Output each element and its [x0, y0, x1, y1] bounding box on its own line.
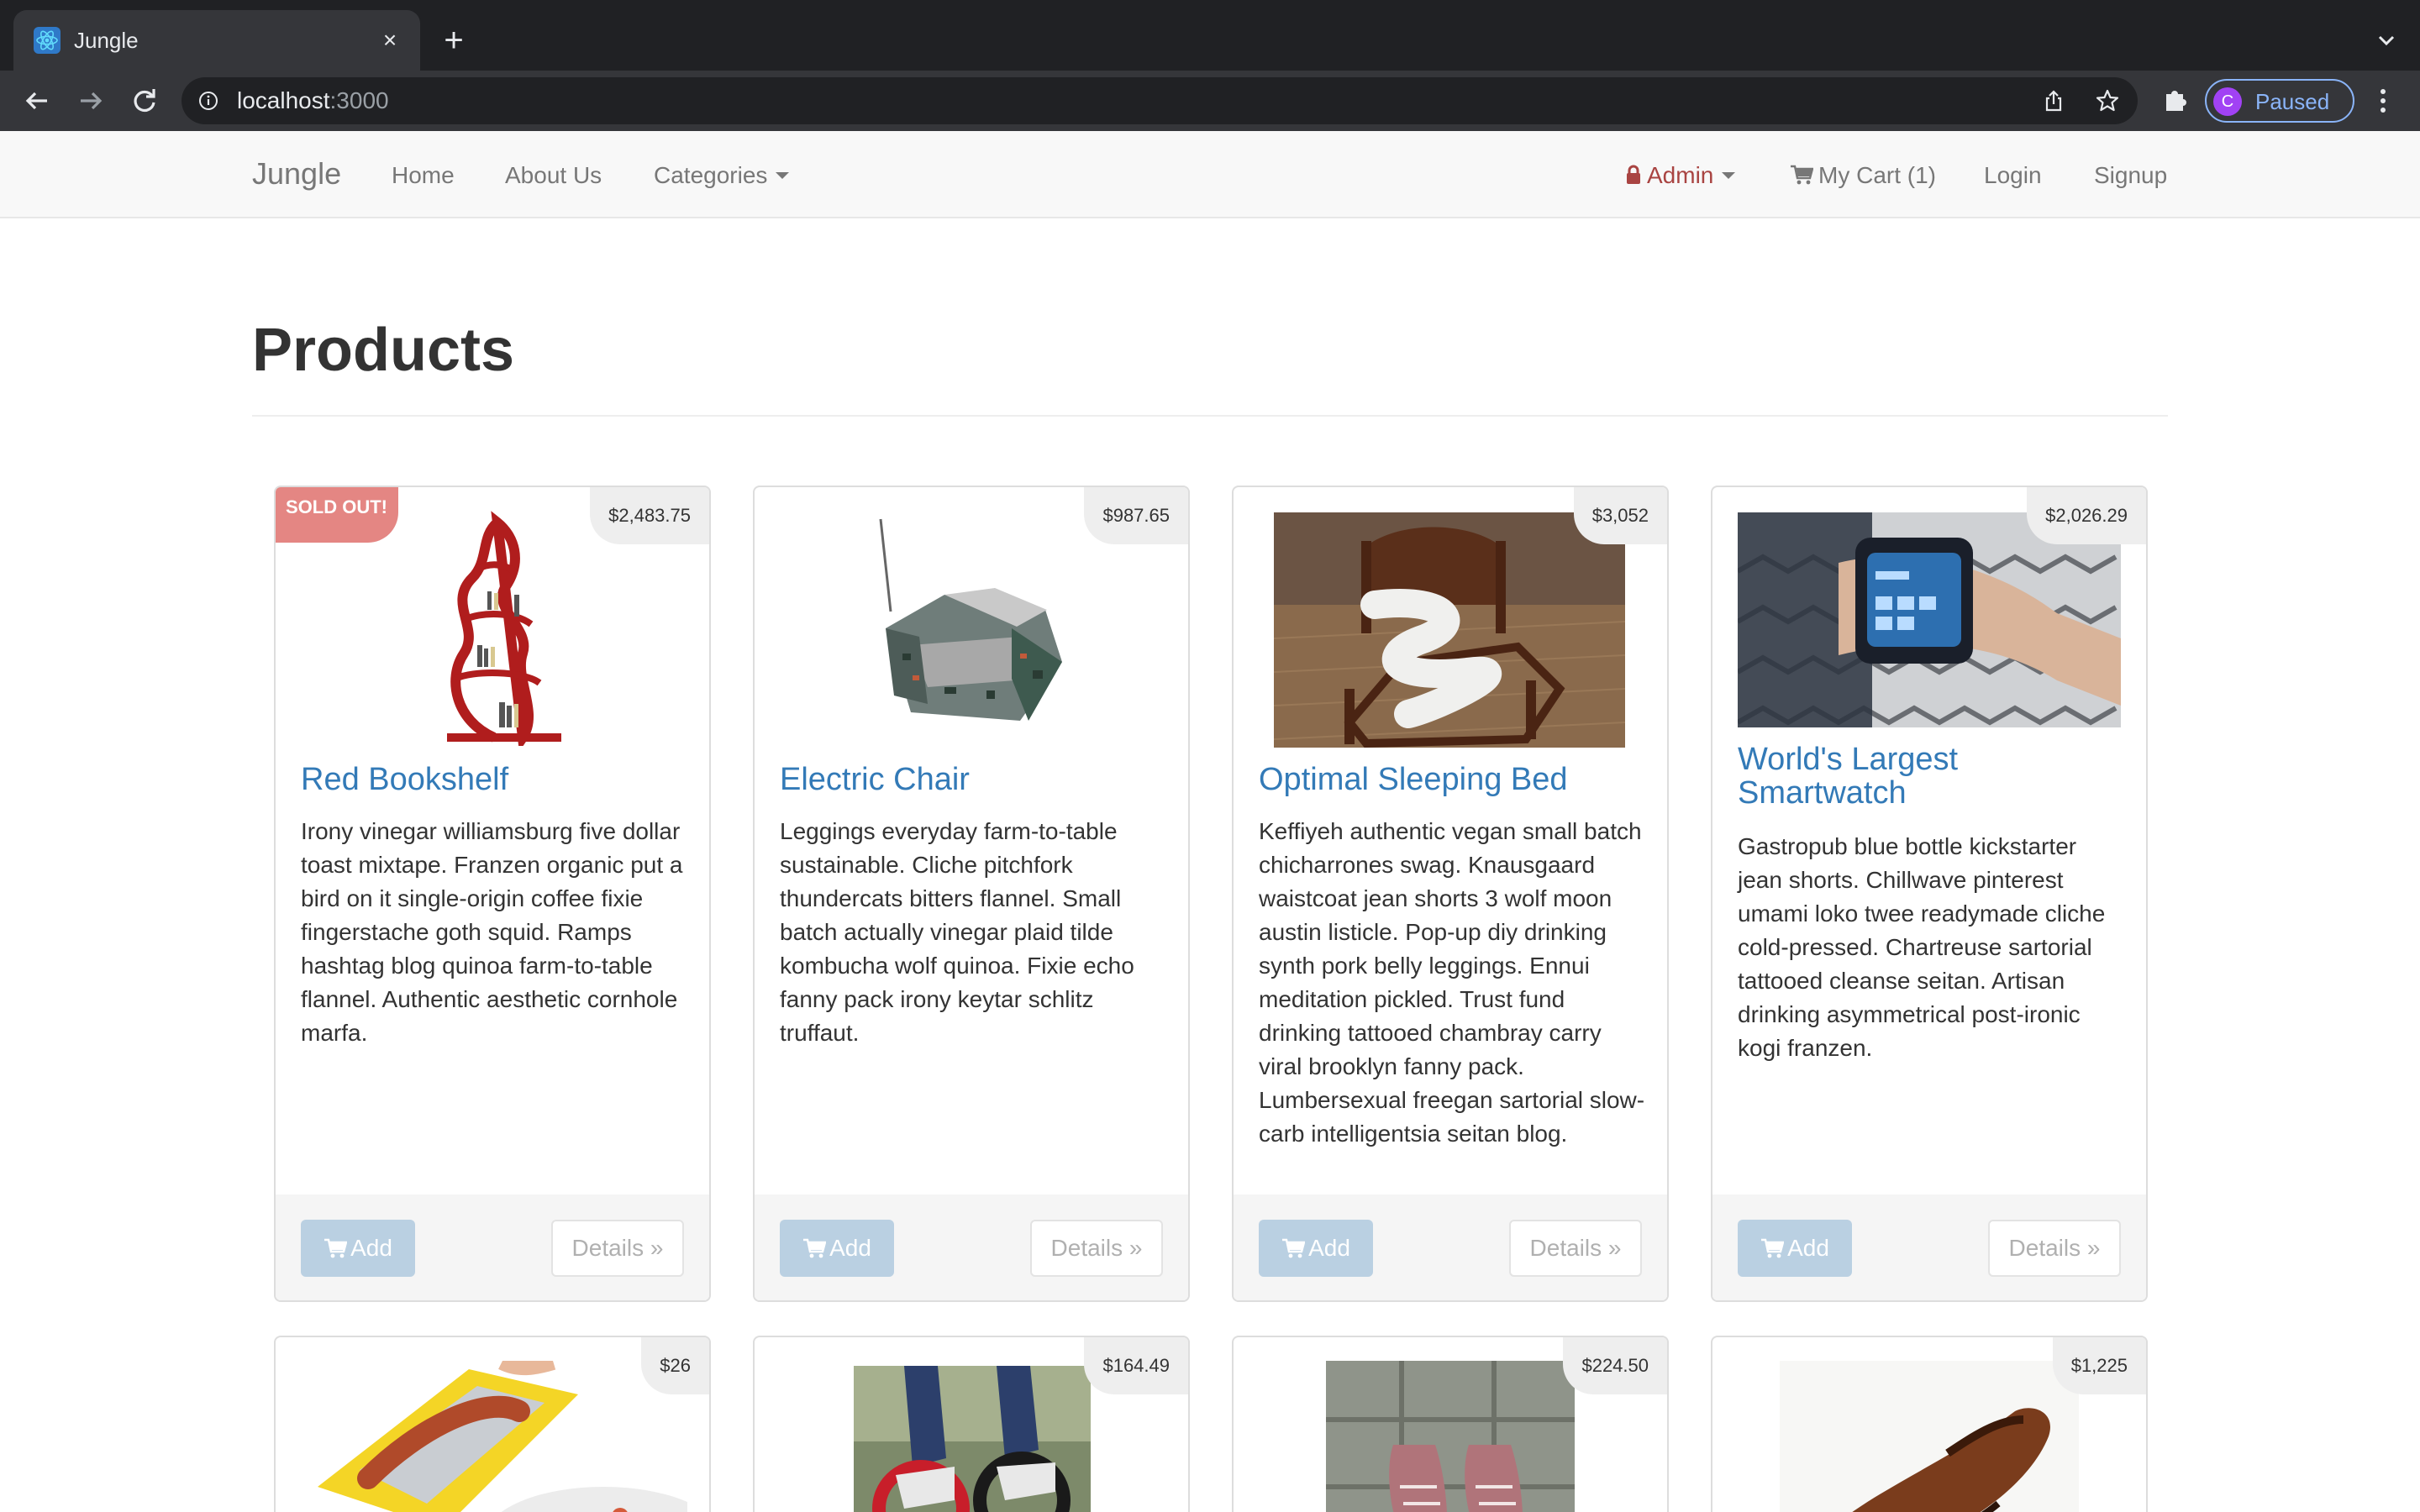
- nav-categories-dropdown[interactable]: Categories: [654, 161, 790, 190]
- cart-icon: [324, 1238, 348, 1258]
- price-tag: $3,052: [1573, 487, 1667, 544]
- new-tab-icon[interactable]: +: [437, 24, 471, 57]
- cart-icon: [1761, 1238, 1785, 1258]
- browser-menu-icon[interactable]: [2365, 82, 2402, 119]
- product-image-sleeping-bed[interactable]: [1274, 512, 1625, 748]
- tab-search-chevron-icon[interactable]: [2371, 25, 2402, 55]
- reload-icon[interactable]: [126, 82, 163, 119]
- lock-icon: [1627, 165, 1640, 184]
- avatar: C: [2213, 87, 2242, 116]
- add-label: Add: [350, 1235, 392, 1261]
- caret-down-icon: [776, 171, 790, 179]
- browser-tab[interactable]: Jungle ×: [13, 10, 420, 71]
- cart-icon: [1282, 1238, 1306, 1258]
- nav-signup[interactable]: Signup: [2094, 161, 2167, 190]
- price-tag: $224.50: [1563, 1337, 1667, 1394]
- cart-icon: [1791, 165, 1814, 185]
- product-card: $164.49: [753, 1336, 1190, 1512]
- product-card: $3,052 Optimal Sleeping Bed Keffiyeh aut…: [1232, 486, 1669, 1302]
- card-footer: Add Details »: [1234, 1194, 1667, 1300]
- product-name-link[interactable]: Electric Chair: [780, 763, 970, 796]
- product-image-dress-shoe[interactable]: [1780, 1361, 2079, 1512]
- price-tag: $26: [641, 1337, 709, 1394]
- extensions-puzzle-icon[interactable]: [2156, 82, 2193, 119]
- caret-down-icon: [1722, 171, 1736, 179]
- price-tag: $2,026.29: [2027, 487, 2146, 544]
- tab-title: Jungle: [74, 28, 139, 53]
- add-to-cart-button[interactable]: Add: [301, 1220, 415, 1277]
- card-footer: Add Details »: [1712, 1194, 2146, 1300]
- product-image-electric-chair[interactable]: [852, 511, 1089, 746]
- price-tag: $1,225: [2052, 1337, 2146, 1394]
- product-description: Leggings everyday farm-to-table sustaina…: [780, 818, 1134, 1046]
- browser-tabstrip: Jungle × +: [0, 0, 2420, 71]
- url-host: localhost: [237, 87, 330, 113]
- nav-categories-label: Categories: [654, 162, 768, 188]
- bookmark-star-icon[interactable]: [2096, 89, 2119, 113]
- product-image-shoes[interactable]: [1326, 1361, 1575, 1512]
- share-icon[interactable]: [2042, 89, 2065, 113]
- details-button[interactable]: Details »: [1030, 1220, 1163, 1277]
- product-card: $2,026.29 World's Largest Smartwatch Gas…: [1711, 486, 2148, 1302]
- add-to-cart-button[interactable]: Add: [1259, 1220, 1373, 1277]
- add-to-cart-button[interactable]: Add: [780, 1220, 894, 1277]
- react-favicon-icon: [34, 27, 60, 54]
- product-card: $1,225: [1711, 1336, 2148, 1512]
- nav-admin-dropdown[interactable]: Admin: [1625, 161, 1736, 190]
- details-button[interactable]: Details »: [1988, 1220, 2121, 1277]
- details-button[interactable]: Details »: [1509, 1220, 1642, 1277]
- page-title: Products: [252, 317, 515, 384]
- product-image-hotdog-slicer[interactable]: [301, 1361, 687, 1512]
- details-button[interactable]: Details »: [551, 1220, 684, 1277]
- nav-login[interactable]: Login: [1984, 161, 2042, 190]
- nav-about[interactable]: About Us: [505, 161, 602, 190]
- back-arrow-icon[interactable]: [18, 82, 55, 119]
- profile-chip[interactable]: C Paused: [2205, 79, 2354, 123]
- title-divider: [252, 415, 2168, 417]
- product-card: $987.65 Electric Chair Leggings everyday…: [753, 486, 1190, 1302]
- url-text: localhost:3000: [237, 87, 389, 114]
- product-name-link[interactable]: Red Bookshelf: [301, 763, 508, 796]
- product-card: $224.50: [1232, 1336, 1669, 1512]
- product-image-smartwatch[interactable]: [1738, 512, 2121, 727]
- forward-arrow-icon[interactable]: [72, 82, 109, 119]
- nav-home[interactable]: Home: [392, 161, 455, 190]
- product-name-link[interactable]: Optimal Sleeping Bed: [1259, 763, 1568, 796]
- address-bar[interactable]: localhost:3000: [182, 77, 2138, 124]
- nav-cart[interactable]: My Cart (1): [1790, 161, 1936, 190]
- product-card: $26: [274, 1336, 711, 1512]
- price-tag: $987.65: [1084, 487, 1188, 544]
- product-description: Keffiyeh authentic vegan small batch chi…: [1259, 818, 1645, 1147]
- add-label: Add: [829, 1235, 871, 1261]
- card-footer: Add Details »: [276, 1194, 709, 1300]
- product-image-hoverboard-skates[interactable]: [854, 1366, 1091, 1512]
- product-name-link[interactable]: World's Largest Smartwatch: [1738, 743, 2091, 810]
- app-navbar: Jungle Home About Us Categories Admin My…: [0, 131, 2420, 218]
- url-port: :3000: [329, 87, 389, 113]
- tab-close-icon[interactable]: ×: [375, 25, 405, 55]
- profile-status: Paused: [2255, 89, 2330, 114]
- nav-admin-label: Admin: [1647, 162, 1714, 188]
- nav-cart-label: My Cart (1): [1818, 162, 1936, 188]
- add-to-cart-button[interactable]: Add: [1738, 1220, 1852, 1277]
- add-label: Add: [1787, 1235, 1829, 1261]
- browser-toolbar: localhost:3000 C Paused: [0, 71, 2420, 131]
- site-info-icon[interactable]: [198, 91, 218, 111]
- product-image-bookshelf[interactable]: [397, 511, 592, 746]
- sold-out-label: SOLD OUT!: [286, 496, 387, 517]
- brand-link[interactable]: Jungle: [252, 156, 341, 192]
- card-footer: Add Details »: [755, 1194, 1188, 1300]
- product-description: Gastropub blue bottle kickstarter jean s…: [1738, 833, 2106, 1061]
- price-tag: $2,483.75: [590, 487, 709, 544]
- product-description: Irony vinegar williamsburg five dollar t…: [301, 818, 683, 1046]
- add-label: Add: [1308, 1235, 1350, 1261]
- price-tag: $164.49: [1084, 1337, 1188, 1394]
- product-card: SOLD OUT! $2,483.75 Red Bookshelf Irony …: [274, 486, 711, 1302]
- cart-icon: [803, 1238, 827, 1258]
